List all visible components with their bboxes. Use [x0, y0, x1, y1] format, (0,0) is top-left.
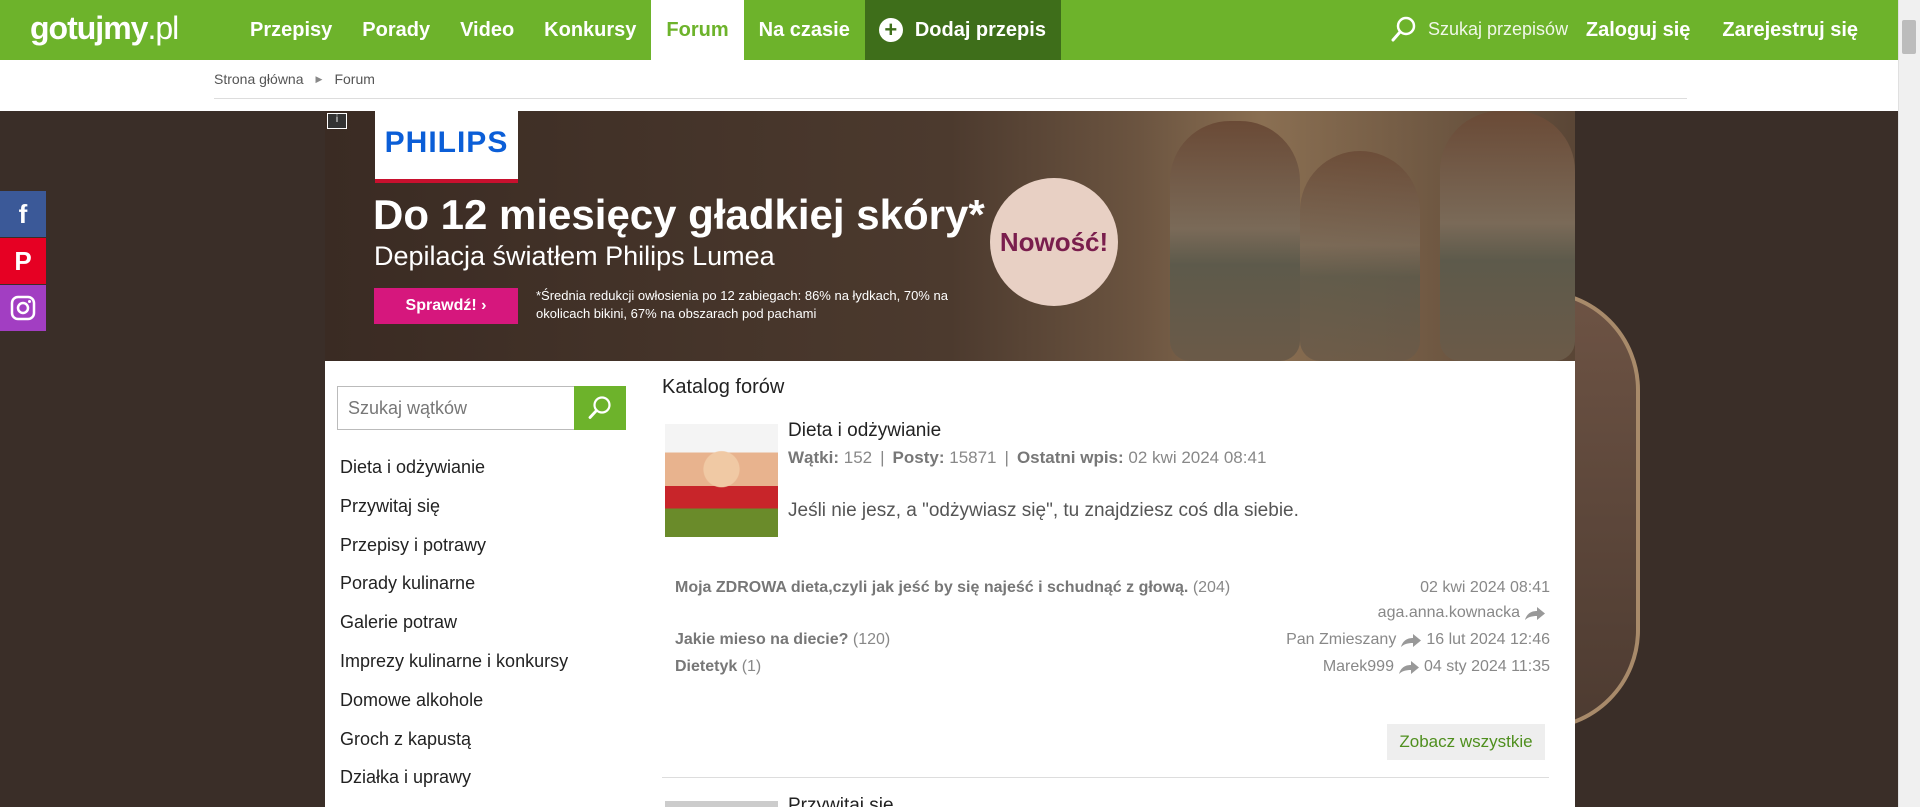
breadcrumb-divider: [214, 98, 1687, 99]
nav-video[interactable]: Video: [445, 0, 529, 60]
search-icon: [588, 396, 611, 419]
catalog-title: Katalog forów: [662, 376, 785, 398]
philips-logo: PHILIPS: [375, 111, 518, 183]
thread-row: Jakie mieso na diecie? (120): [675, 631, 891, 648]
thread-row: Dietetyk (1): [675, 658, 762, 675]
forum-description: Jeśli nie jesz, a "odżywiasz się", tu zn…: [788, 500, 1299, 521]
breadcrumb-bar: Strona główna ▶ Forum: [0, 60, 1898, 111]
top-navigation-bar: gotujmy.pl Przepisy Porady Video Konkurs…: [0, 0, 1898, 60]
main-nav: Przepisy Porady Video Konkursy Forum Na …: [235, 0, 1061, 60]
forum-category-list: Dieta i odżywianie Przywitaj się Przepis…: [340, 457, 568, 806]
instagram-icon[interactable]: [0, 285, 46, 331]
forum-stats: Wątki: 152 | Posty: 15871 | Ostatni wpis: 02…: [788, 448, 1267, 467]
forum-title-link[interactable]: Dieta i odżywianie: [788, 420, 941, 442]
reply-arrow-icon: [1525, 606, 1545, 620]
social-buttons: f P: [0, 191, 46, 332]
ad-cta-button[interactable]: Sprawdź! ›: [374, 288, 518, 324]
site-logo[interactable]: gotujmy.pl: [30, 10, 179, 47]
forum-thumbnail[interactable]: [665, 424, 778, 537]
plus-icon: +: [878, 18, 903, 42]
breadcrumb: Strona główna ▶ Forum: [214, 71, 375, 87]
breadcrumb-forum[interactable]: Forum: [334, 71, 374, 87]
category-link[interactable]: Galerie potraw: [340, 612, 568, 651]
search-icon[interactable]: [1390, 15, 1418, 43]
pinterest-icon[interactable]: P: [0, 238, 46, 284]
thread-search-button[interactable]: [574, 386, 626, 430]
thread-meta: Marek999 04 sty 2024 11:35: [1323, 658, 1550, 676]
category-link[interactable]: Działka i uprawy: [340, 767, 568, 806]
ad-new-badge: Nowość!: [990, 178, 1118, 306]
category-link[interactable]: Przepisy i potrawy: [340, 535, 568, 574]
breadcrumb-separator-icon: ▶: [315, 73, 323, 84]
ad-title: Do 12 miesięcy gładkiej skóry*: [373, 191, 985, 238]
thread-search-input[interactable]: [338, 387, 574, 429]
recipe-search-input[interactable]: [1428, 14, 1568, 44]
nav-przepisy[interactable]: Przepisy: [235, 0, 347, 60]
thread-meta: Pan Zmieszany 16 lut 2024 12:46: [1286, 631, 1550, 649]
thread-user-link[interactable]: Marek999: [1323, 658, 1394, 676]
forum-thumbnail[interactable]: [665, 801, 778, 807]
category-link[interactable]: Przywitaj się: [340, 496, 568, 535]
category-link[interactable]: Porady kulinarne: [340, 573, 568, 612]
thread-row: Moja ZDROWA dieta,czyli jak jeść by się …: [675, 579, 1231, 596]
thread-date: 16 lut 2024 12:46: [1426, 631, 1550, 648]
nav-konkursy[interactable]: Konkursy: [529, 0, 651, 60]
add-recipe-label: Dodaj przepis: [914, 19, 1046, 41]
add-recipe-button[interactable]: + Dodaj przepis: [864, 0, 1061, 60]
category-link[interactable]: Domowe alkohole: [340, 690, 568, 729]
nav-na-czasie[interactable]: Na czasie: [744, 0, 865, 60]
thread-user-link[interactable]: Pan Zmieszany: [1286, 631, 1396, 649]
reply-arrow-icon: [1398, 660, 1419, 674]
auth-links: Zaloguj się Zarejestruj się: [1554, 0, 1858, 60]
ad-subtitle: Depilacja światłem Philips Lumea: [374, 241, 775, 271]
thread-title-link[interactable]: Dietetyk: [675, 658, 737, 675]
recipe-search: [1390, 14, 1568, 44]
breadcrumb-home[interactable]: Strona główna: [214, 71, 304, 87]
scrollbar-thumb[interactable]: [1902, 20, 1916, 54]
nav-forum[interactable]: Forum: [651, 0, 744, 60]
category-link[interactable]: Dieta i odżywianie: [340, 457, 568, 496]
thread-last-user: aga.anna.kownacka: [1378, 604, 1550, 622]
reply-arrow-icon: [1401, 633, 1422, 647]
ad-model-image: [1300, 151, 1420, 361]
thread-title-link[interactable]: Moja ZDROWA dieta,czyli jak jeść by się …: [675, 579, 1188, 596]
thread-user-link[interactable]: aga.anna.kownacka: [1378, 604, 1520, 622]
thread-date: 02 kwi 2024 08:41: [1420, 579, 1550, 596]
ad-footnote: *Średnia redukcji owłosienia po 12 zabie…: [536, 288, 948, 321]
thread-title-link[interactable]: Jakie mieso na diecie?: [675, 631, 848, 648]
ad-info-icon[interactable]: i: [327, 113, 347, 129]
category-link[interactable]: Imprezy kulinarne i konkursy: [340, 651, 568, 690]
page-scrollbar[interactable]: [1898, 0, 1920, 807]
category-link[interactable]: Groch z kapustą: [340, 729, 568, 768]
forum-divider: [662, 777, 1549, 778]
ad-model-image: [1440, 111, 1575, 361]
register-link[interactable]: Zarejestruj się: [1722, 0, 1858, 60]
login-link[interactable]: Zaloguj się: [1586, 0, 1690, 60]
thread-search: [337, 386, 575, 430]
nav-porady[interactable]: Porady: [347, 0, 445, 60]
forum-panel: Dieta i odżywianie Przywitaj się Przepis…: [325, 361, 1575, 807]
see-all-button[interactable]: Zobacz wszystkie: [1387, 724, 1545, 760]
forum-title-link[interactable]: Przywitaj się: [788, 795, 894, 807]
ad-model-image: [1170, 121, 1300, 361]
facebook-icon[interactable]: f: [0, 191, 46, 237]
advertisement-banner[interactable]: i PHILIPS Do 12 miesięcy gładkiej skóry*…: [325, 111, 1575, 361]
thread-date: 04 sty 2024 11:35: [1423, 658, 1550, 675]
